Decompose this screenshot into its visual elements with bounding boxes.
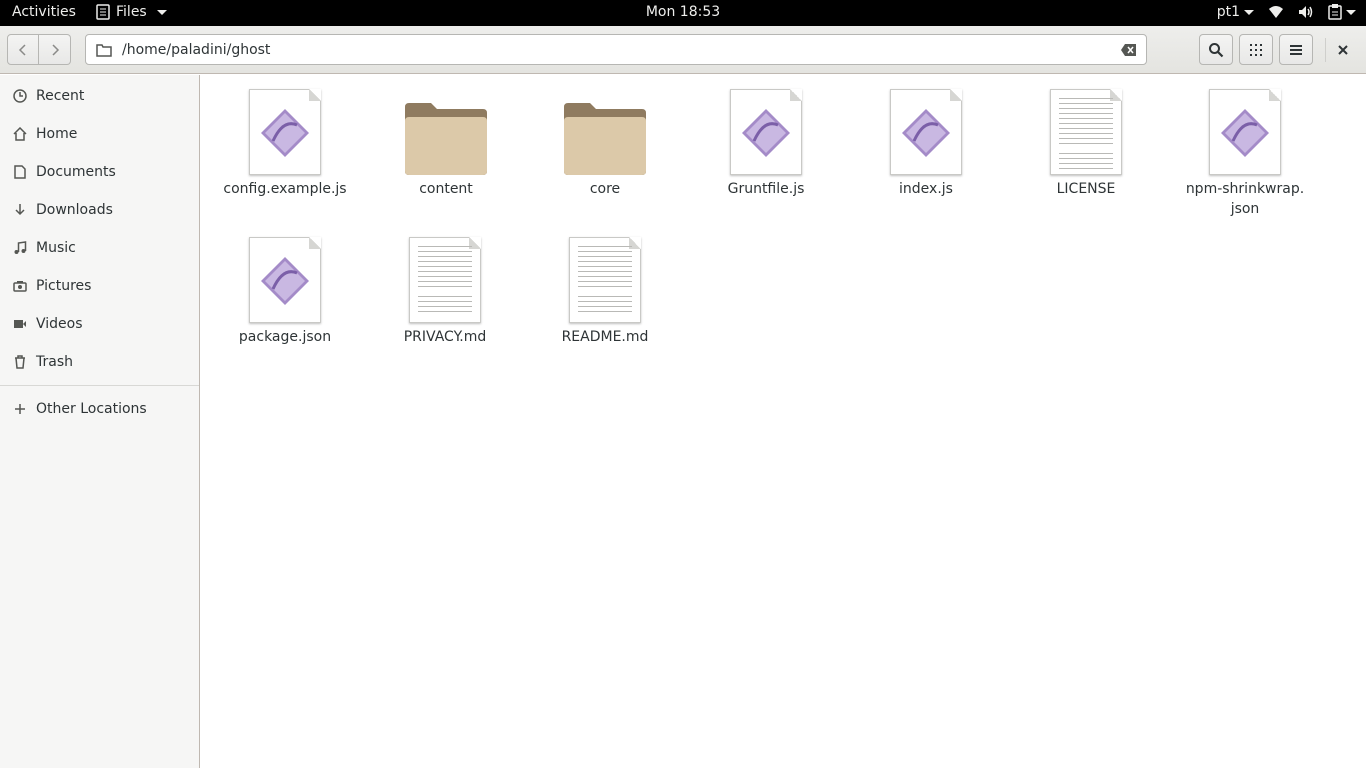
- search-icon: [1209, 42, 1224, 57]
- activities-button[interactable]: Activities: [12, 4, 76, 20]
- sidebar-item-recent[interactable]: Recent: [0, 77, 199, 115]
- sidebar-item-home[interactable]: Home: [0, 115, 199, 153]
- sidebar-item-documents[interactable]: Documents: [0, 153, 199, 191]
- search-button[interactable]: [1199, 34, 1233, 65]
- file-item[interactable]: config.example.js: [205, 75, 365, 199]
- sidebar-item-label: Other Locations: [36, 401, 147, 417]
- wifi-icon[interactable]: [1268, 5, 1284, 19]
- sidebar-item-label: Recent: [36, 88, 85, 104]
- sidebar-item-videos[interactable]: Videos: [0, 305, 199, 343]
- close-button[interactable]: [1333, 38, 1353, 62]
- chevron-down-icon: [156, 9, 167, 15]
- sidebar-item-label: Trash: [36, 354, 73, 370]
- menu-button[interactable]: [1279, 34, 1313, 65]
- sidebar-item-downloads[interactable]: Downloads: [0, 191, 199, 229]
- app-menu[interactable]: Files: [96, 4, 167, 20]
- file-name: Gruntfile.js: [727, 181, 805, 197]
- script-file-icon: [1165, 75, 1325, 175]
- file-item[interactable]: package.json: [205, 223, 365, 347]
- download-icon: [12, 202, 28, 218]
- video-icon: [12, 316, 28, 332]
- navigation-buttons: [7, 34, 71, 65]
- view-mode-button[interactable]: [1239, 34, 1273, 65]
- clock-icon: [12, 88, 28, 104]
- location-entry[interactable]: /home/paladini/ghost: [85, 34, 1147, 65]
- back-button[interactable]: [7, 34, 39, 65]
- sidebar-item-label: Music: [36, 240, 76, 256]
- location-path: /home/paladini/ghost: [122, 41, 271, 58]
- chevron-left-icon: [18, 43, 26, 56]
- clock[interactable]: Mon 18:53: [646, 4, 720, 20]
- file-name: package.json: [238, 329, 332, 345]
- file-item[interactable]: Gruntfile.js: [686, 75, 846, 199]
- script-file-icon: [686, 75, 846, 175]
- app-menu-label: Files: [116, 4, 147, 20]
- input-method-label: pt1: [1216, 4, 1240, 20]
- file-view[interactable]: config.example.js content core Gruntfile…: [201, 75, 1366, 768]
- forward-button[interactable]: [39, 34, 71, 65]
- document-icon: [12, 164, 28, 180]
- sidebar-item-trash[interactable]: Trash: [0, 343, 199, 381]
- hamburger-icon: [1290, 44, 1302, 55]
- system-menu[interactable]: [1328, 4, 1356, 20]
- trash-icon: [12, 354, 28, 370]
- sidebar-item-label: Downloads: [36, 202, 113, 218]
- file-name: config.example.js: [223, 181, 347, 197]
- home-icon: [12, 126, 28, 142]
- clear-icon[interactable]: [1120, 42, 1138, 58]
- file-name: PRIVACY.md: [403, 329, 487, 345]
- grid-icon: [1250, 43, 1262, 56]
- file-name: core: [589, 181, 621, 197]
- header-separator: [1325, 38, 1326, 62]
- files-app-icon: [96, 4, 110, 20]
- file-name: LICENSE: [1056, 181, 1116, 197]
- file-item[interactable]: README.md: [525, 223, 685, 347]
- file-name: content: [419, 181, 473, 197]
- folder-item[interactable]: content: [366, 75, 526, 199]
- script-file-icon: [205, 223, 365, 323]
- file-item[interactable]: npm-shrinkwrap. json: [1165, 75, 1325, 219]
- header-bar: /home/paladini/ghost: [0, 26, 1366, 74]
- file-name: index.js: [899, 181, 953, 197]
- system-status-area: pt1: [1217, 4, 1356, 20]
- script-file-icon: [205, 75, 365, 175]
- text-file-icon: [525, 223, 685, 323]
- sidebar: Recent Home Documents Downloads Music Pi…: [0, 75, 200, 768]
- sidebar-item-other-locations[interactable]: Other Locations: [0, 390, 199, 428]
- file-item[interactable]: LICENSE: [1006, 75, 1166, 199]
- text-file-icon: [1006, 75, 1166, 175]
- file-name: README.md: [561, 329, 649, 345]
- folder-icon: [525, 75, 685, 175]
- script-file-icon: [846, 75, 1006, 175]
- file-item[interactable]: PRIVACY.md: [365, 223, 525, 347]
- sidebar-item-label: Videos: [36, 316, 83, 332]
- camera-icon: [12, 278, 28, 294]
- sidebar-item-label: Home: [36, 126, 78, 142]
- music-icon: [12, 240, 28, 256]
- sidebar-item-music[interactable]: Music: [0, 229, 199, 267]
- sidebar-separator: [0, 385, 199, 386]
- sidebar-item-label: Documents: [36, 164, 116, 180]
- folder-icon: [366, 75, 526, 175]
- plus-icon: [12, 401, 28, 417]
- top-bar: Activities Files Mon 18:53 pt1: [0, 0, 1366, 26]
- file-name: npm-shrinkwrap. json: [1185, 181, 1305, 217]
- sidebar-item-label: Pictures: [36, 278, 92, 294]
- sidebar-item-pictures[interactable]: Pictures: [0, 267, 199, 305]
- chevron-down-icon: [1346, 9, 1356, 15]
- file-item[interactable]: index.js: [846, 75, 1006, 199]
- clipboard-icon: [1328, 4, 1342, 20]
- chevron-down-icon: [1244, 9, 1254, 15]
- chevron-right-icon: [51, 43, 59, 56]
- close-icon: [1338, 45, 1348, 55]
- folder-item[interactable]: core: [525, 75, 685, 199]
- input-method-indicator[interactable]: pt1: [1217, 4, 1254, 20]
- text-file-icon: [365, 223, 525, 323]
- volume-icon[interactable]: [1298, 5, 1314, 19]
- folder-icon: [96, 43, 112, 57]
